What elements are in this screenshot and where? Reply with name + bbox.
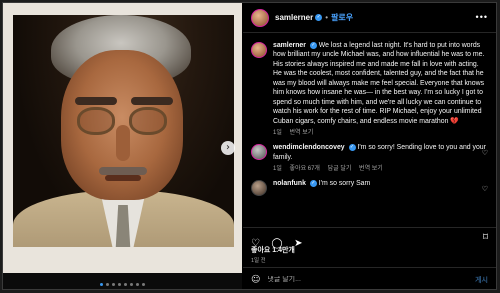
emoji-icon[interactable]: ☺ — [251, 275, 260, 285]
caption-meta: 1일 번역 보기 — [273, 129, 488, 137]
verified-badge-icon: ✓ — [315, 14, 323, 21]
post-media: › — [3, 3, 242, 289]
post-date[interactable]: 1일 전 — [251, 256, 266, 264]
photo-nose — [116, 125, 130, 161]
share-icon[interactable]: ➤ — [294, 239, 302, 249]
comment-time: 1일 — [273, 166, 282, 173]
photo-brow-left — [75, 97, 117, 105]
comment-item: nolanfunk ✓ I'm so sorry Sam ♡ — [251, 179, 488, 197]
comment-likes[interactable]: 좋아요 67개 — [290, 166, 320, 172]
bookmark-icon[interactable]: ⌑ — [483, 233, 488, 243]
caption-time: 1일 — [273, 130, 282, 137]
comment-avatar[interactable] — [251, 144, 267, 161]
post-comment-button[interactable]: 게시 — [475, 275, 488, 285]
caption-avatar[interactable] — [251, 42, 267, 58]
likes-count[interactable]: 좋아요 1.4만개 — [251, 245, 295, 255]
caption-text: We lost a legend last night. It's hard t… — [273, 42, 485, 125]
ellipsis-icon[interactable]: ••• — [476, 12, 488, 22]
post-side-panel: samlerner ✓ • 팔로우 ••• samlerner ✓ We los… — [243, 3, 496, 289]
comment-item: wendimclendoncovey ✓ I'm so sorry! Sendi… — [251, 143, 488, 173]
comment-username[interactable]: nolanfunk — [273, 180, 306, 187]
verified-badge-icon: ✓ — [348, 143, 356, 151]
caption-body: samlerner ✓ We lost a legend last night.… — [273, 41, 488, 137]
comment-text: I'm so sorry Sam — [318, 180, 371, 188]
comment-reply-link[interactable]: 답글 달기 — [328, 166, 352, 172]
carousel-dot — [100, 283, 103, 286]
photo-glasses-right — [129, 107, 167, 135]
carousel-dot — [118, 283, 121, 286]
verified-badge-icon: ✓ — [309, 41, 317, 49]
photo-mouth — [105, 175, 141, 181]
photo-mustache — [99, 167, 147, 175]
follow-button[interactable]: 팔로우 — [331, 12, 353, 23]
comments-list[interactable]: samlerner ✓ We lost a legend last night.… — [243, 35, 496, 225]
add-comment-input[interactable] — [267, 276, 476, 283]
carousel-dot — [130, 283, 133, 286]
post-header: samlerner ✓ • 팔로우 ••• — [243, 3, 496, 33]
author-avatar[interactable] — [251, 8, 269, 27]
carousel-dot — [136, 283, 139, 286]
polaroid-photo — [3, 3, 242, 273]
comment-translate-link[interactable]: 번역 보기 — [359, 166, 383, 172]
caption-comment: samlerner ✓ We lost a legend last night.… — [251, 41, 488, 137]
caption-username[interactable]: samlerner — [273, 42, 306, 49]
photo-glasses-left — [77, 107, 115, 135]
author-username[interactable]: samlerner — [275, 13, 313, 22]
carousel-dot — [106, 283, 109, 286]
post-modal: › samlerner ✓ • 팔로우 ••• samlerner ✓ We l… — [2, 2, 497, 290]
carousel-dot — [142, 283, 145, 286]
photo-brow-right — [131, 97, 173, 105]
comment-like-heart-icon[interactable]: ♡ — [482, 149, 488, 157]
portrait-photo — [13, 15, 234, 247]
action-bar: ♡ ◯ ➤ ⌑ — [243, 227, 496, 249]
header-separator: • — [325, 13, 329, 22]
carousel-dot — [112, 283, 115, 286]
comment-body: wendimclendoncovey ✓ I'm so sorry! Sendi… — [273, 143, 488, 173]
next-image-button[interactable]: › — [221, 141, 235, 155]
caption-translate-link[interactable]: 번역 보기 — [290, 130, 314, 136]
comment-avatar[interactable] — [251, 180, 267, 197]
add-comment-bar: ☺ 게시 — [243, 267, 496, 289]
carousel-dot — [124, 283, 127, 286]
comment-body: nolanfunk ✓ I'm so sorry Sam — [273, 179, 488, 196]
comment-like-heart-icon[interactable]: ♡ — [482, 185, 488, 193]
comment-meta: 1일 좋아요 67개 답글 달기 번역 보기 — [273, 165, 488, 173]
carousel-dots — [3, 283, 242, 286]
comment-username[interactable]: wendimclendoncovey — [273, 144, 345, 151]
verified-badge-icon: ✓ — [309, 180, 317, 188]
